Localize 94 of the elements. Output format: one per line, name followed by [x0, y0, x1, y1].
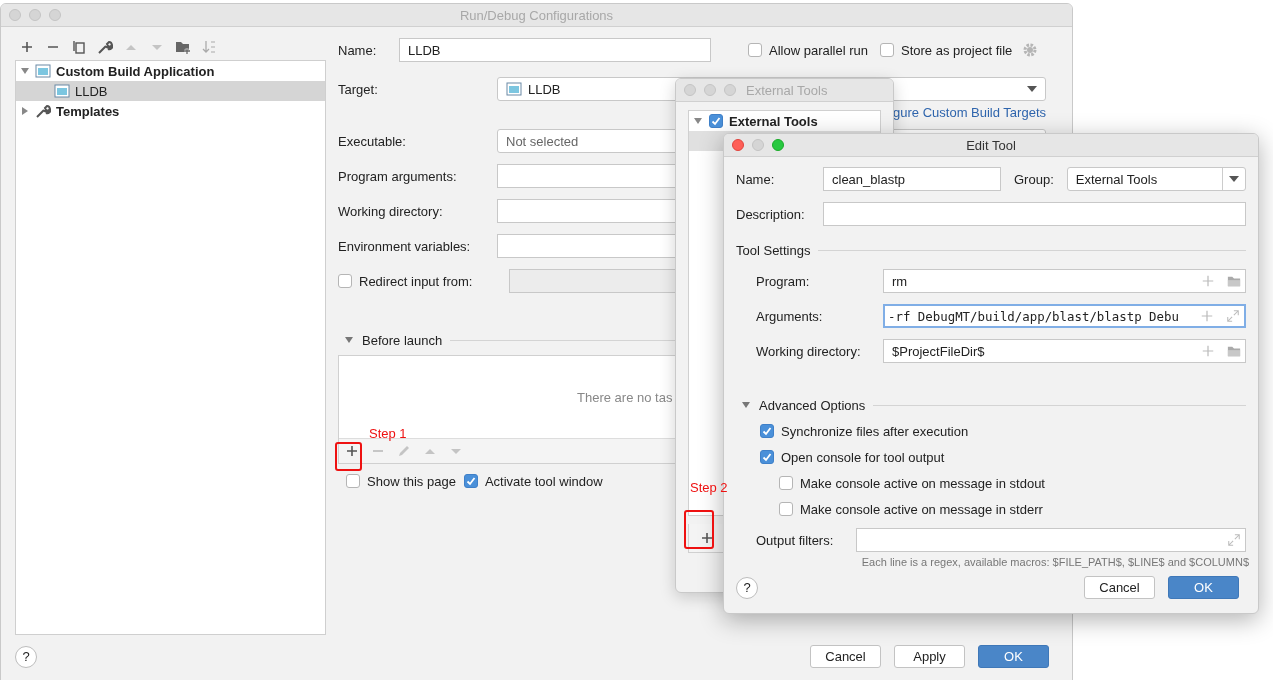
checkmark-icon	[464, 475, 477, 487]
input-field[interactable]: $ProjectFileDir$	[883, 339, 1246, 363]
highlight-frame	[684, 510, 714, 549]
close-button[interactable]	[9, 9, 21, 21]
field-label: Arguments:	[756, 308, 824, 324]
field-label: Description:	[736, 206, 806, 222]
caret-icon	[1027, 86, 1037, 92]
add-icon[interactable]	[699, 530, 715, 546]
field-label: Output filters:	[756, 532, 835, 548]
checkbox-option[interactable]: Synchronize files after execution	[736, 423, 1234, 439]
zoom-button[interactable]	[49, 9, 61, 21]
dialog-button[interactable]: Apply	[894, 645, 965, 668]
checkbox-option[interactable]: Allow parallel run	[748, 42, 868, 58]
checkbox-option[interactable]: Store as project file	[880, 42, 1013, 58]
field-label: Target:	[338, 81, 379, 97]
tree-item[interactable]: External Tools	[689, 111, 880, 131]
checkmark-icon	[761, 451, 773, 463]
checkbox-option[interactable]: Make console active on message in stderr	[736, 501, 1234, 517]
close-button[interactable]	[732, 139, 744, 151]
window-title: External Tools	[746, 82, 828, 98]
application-icon	[506, 81, 522, 97]
checkmark-icon	[761, 425, 773, 437]
wrench-icon	[35, 103, 51, 119]
zoom-button[interactable]	[724, 84, 736, 96]
tree-item[interactable]: Custom Build Application	[16, 61, 325, 81]
add-icon[interactable]	[19, 39, 35, 55]
name-field[interactable]: clean_blastp	[823, 167, 1001, 191]
wrench-icon[interactable]	[97, 39, 113, 55]
dialog-button[interactable]: OK	[1168, 576, 1239, 599]
expand-icon[interactable]	[1226, 309, 1240, 323]
pencil-icon[interactable]	[396, 443, 412, 459]
output-filters-field[interactable]	[856, 528, 1246, 552]
hint-text: Each line is a regex, available macros: $FILE_PATH$, $LINE$ and $COLUMN$	[861, 556, 1249, 568]
window-title: Run/Debug Configurations	[459, 7, 614, 23]
minimize-button[interactable]	[752, 139, 764, 151]
minimize-button[interactable]	[704, 84, 716, 96]
section-title: Advanced Options	[759, 397, 866, 413]
field-label: Executable:	[338, 133, 407, 149]
field-label: Program:	[756, 273, 811, 289]
field-label: Working directory:	[756, 343, 862, 359]
application-icon	[54, 83, 70, 99]
section-title: Before launch	[362, 332, 443, 348]
insert-macro-icon[interactable]	[1200, 309, 1214, 323]
expand-arrow-icon[interactable]	[20, 106, 30, 116]
folder-icon[interactable]	[1227, 274, 1241, 288]
copy-icon[interactable]	[71, 39, 87, 55]
insert-macro-icon[interactable]	[1201, 274, 1215, 288]
section-title: Tool Settings	[736, 242, 811, 258]
field-label: Environment variables:	[338, 238, 472, 254]
folder-icon[interactable]	[1227, 344, 1241, 358]
collapse-arrow-icon[interactable]	[344, 335, 354, 345]
sort-icon[interactable]	[201, 39, 217, 55]
checkbox-option[interactable]: Redirect input from:	[338, 273, 497, 289]
help-button[interactable]: ?	[736, 576, 758, 599]
field-label: Program arguments:	[338, 168, 458, 184]
settings-icon[interactable]	[1022, 42, 1039, 58]
group-dropdown[interactable]: External Tools	[1066, 167, 1246, 191]
field-label: Name:	[736, 171, 776, 187]
tree-item[interactable]: LLDB	[16, 81, 325, 101]
dialog-button[interactable]: Cancel	[810, 645, 881, 668]
dialog-button[interactable]: Cancel	[1084, 576, 1155, 599]
expand-icon[interactable]	[1227, 533, 1241, 547]
insert-macro-icon[interactable]	[1201, 344, 1215, 358]
help-button[interactable]: ?	[15, 645, 37, 668]
checkbox-option[interactable]: Activate tool window	[463, 473, 603, 489]
field-label: Working directory:	[338, 203, 444, 219]
expand-arrow-icon[interactable]	[20, 66, 30, 76]
application-icon	[35, 63, 51, 79]
new-folder-icon[interactable]	[175, 39, 191, 55]
checkbox-option[interactable]: Show this page	[346, 473, 456, 489]
add-icon[interactable]	[344, 443, 360, 459]
expand-arrow-icon[interactable]	[693, 116, 703, 126]
configure-link[interactable]: gure Custom Build Targets	[893, 104, 1046, 120]
checkbox-option[interactable]: Open console for tool output	[736, 449, 1234, 465]
tree-item[interactable]: Templates	[16, 101, 325, 121]
dialog-button[interactable]: OK	[978, 645, 1049, 668]
input-field[interactable]: rm	[883, 269, 1246, 293]
checkbox-option[interactable]: Make console active on message in stdout	[736, 475, 1234, 491]
close-button[interactable]	[684, 84, 696, 96]
window-title: Edit Tool	[966, 137, 1016, 153]
name-field[interactable]: LLDB	[399, 38, 711, 62]
step-annotation: Step 1	[369, 426, 407, 441]
input-field[interactable]: -rf DebugMT/build/app/blast/blastp Debu	[883, 304, 1246, 328]
caret-icon	[1229, 176, 1239, 182]
minimize-button[interactable]	[29, 9, 41, 21]
highlight-frame	[335, 442, 362, 471]
step-annotation: Step 2	[690, 480, 728, 495]
empty-message: There are no tas	[577, 389, 673, 405]
field-label: Name:	[338, 42, 378, 58]
description-field[interactable]	[823, 202, 1246, 226]
checkmark-icon	[710, 115, 722, 127]
collapse-arrow-icon[interactable]	[741, 400, 751, 410]
field-label: Group:	[1014, 171, 1054, 187]
zoom-button[interactable]	[772, 139, 784, 151]
